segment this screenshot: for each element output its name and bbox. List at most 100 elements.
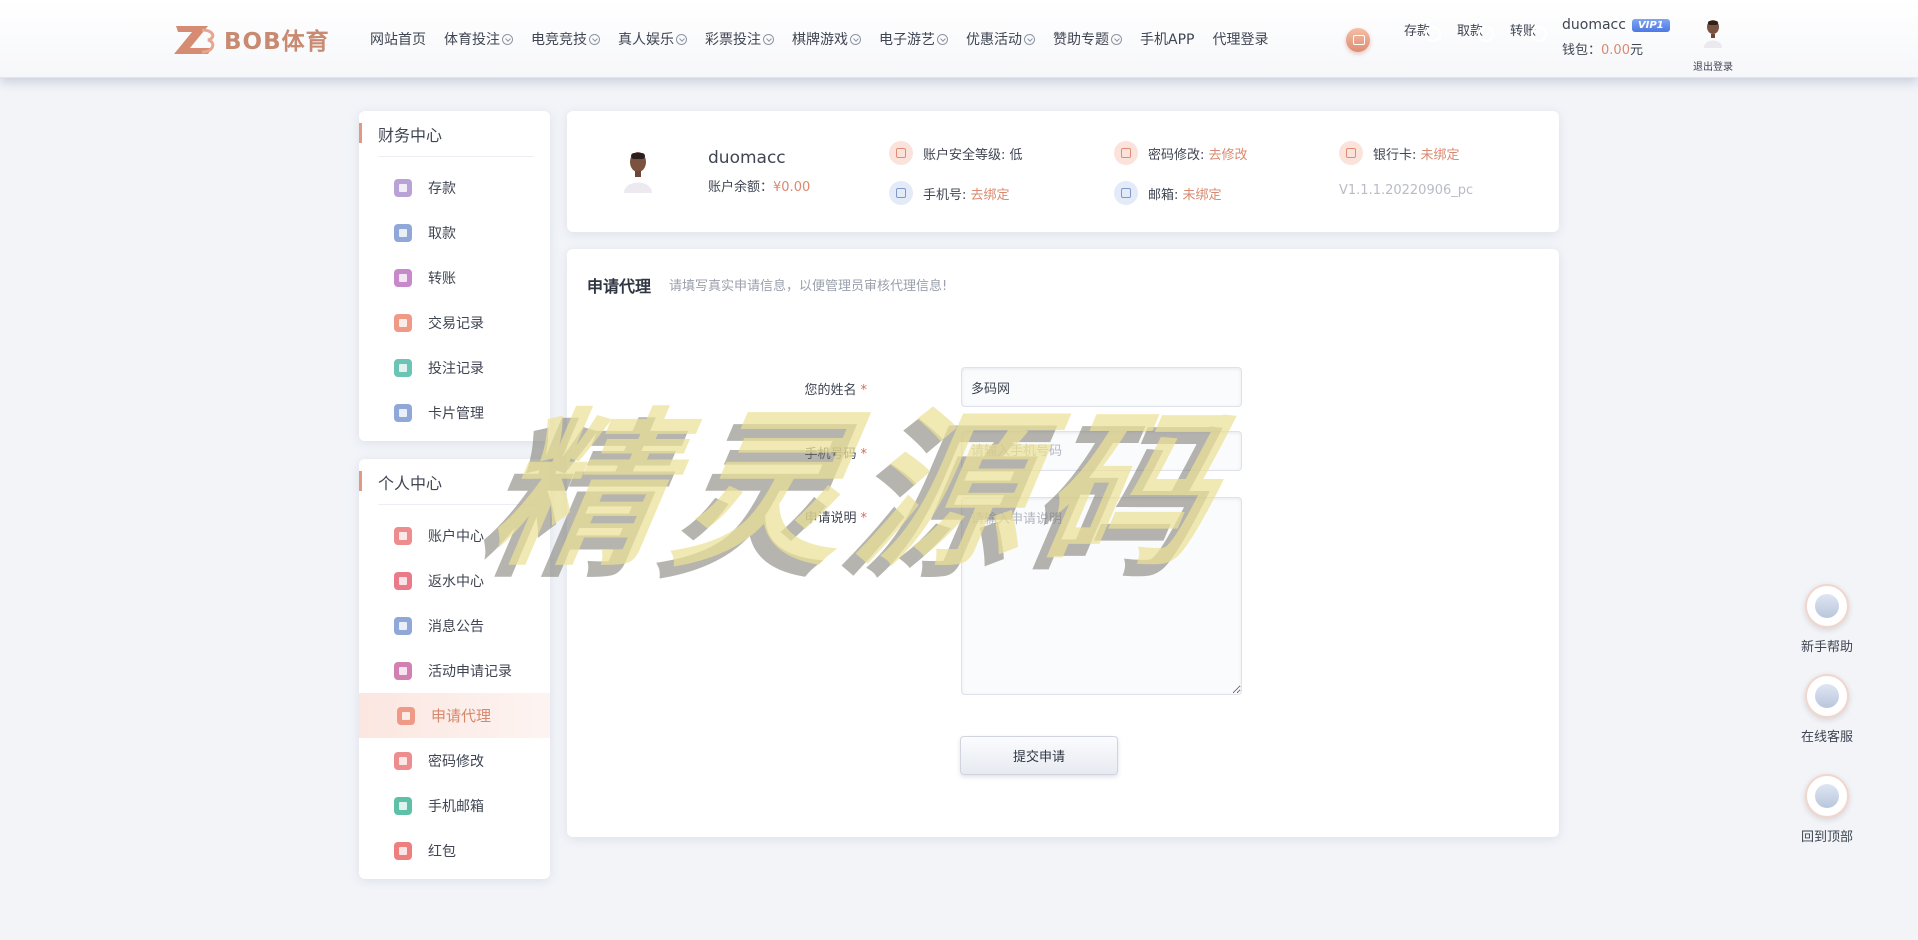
email-label: 邮箱: bbox=[1148, 187, 1179, 203]
sidebar-item-label: 转账 bbox=[428, 270, 456, 287]
nav-item-label: 代理登录 bbox=[1212, 32, 1269, 48]
back-to-top-button[interactable]: 回到顶部 bbox=[1794, 774, 1860, 845]
description-label: 申请说明 * bbox=[747, 507, 867, 526]
profile-balance: 账户余额：¥0.00 bbox=[708, 176, 810, 195]
bankcard-bind-link[interactable]: 未绑定 bbox=[1421, 144, 1460, 163]
top-header: BOB体育 网站首页 体育投注 电竞竞技 真人娱乐 彩票投注 棋牌游戏 电子游艺 优惠活动 赞助… bbox=[0, 0, 1918, 78]
required-mark: * bbox=[860, 383, 868, 398]
sidebar-item-label: 返水中心 bbox=[428, 573, 484, 590]
shield-icon bbox=[889, 141, 913, 165]
password-change-link[interactable]: 去修改 bbox=[1209, 144, 1248, 163]
sidebar-item[interactable]: 密码修改 bbox=[359, 738, 550, 783]
email-bind-link[interactable]: 未绑定 bbox=[1183, 184, 1222, 203]
nav-item[interactable]: 棋牌游戏 bbox=[792, 29, 861, 49]
chevron-down-icon bbox=[676, 33, 687, 45]
vip-badge: VIP1 bbox=[1631, 18, 1670, 32]
password-label: 密码修改: bbox=[1148, 147, 1205, 163]
sidebar-item[interactable]: 存款 bbox=[359, 165, 550, 210]
sidebar-item[interactable]: 账户中心 bbox=[359, 513, 550, 558]
header-withdraw-button[interactable]: 取款 bbox=[1450, 18, 1490, 39]
sidebar-item[interactable]: 申请代理 bbox=[359, 693, 550, 738]
phone-input-label-text: 手机号码 bbox=[804, 447, 857, 462]
description-textarea[interactable] bbox=[961, 497, 1242, 695]
logout-button[interactable]: 退出登录 bbox=[1688, 18, 1738, 73]
sidebar-item[interactable]: 消息公告 bbox=[359, 603, 550, 648]
nav-item[interactable]: 电竞竞技 bbox=[531, 29, 600, 49]
header-deposit-button[interactable]: 存款 bbox=[1397, 18, 1437, 39]
sidebar-item[interactable]: 卡片管理 bbox=[359, 390, 550, 435]
sidebar-item[interactable]: 手机邮箱 bbox=[359, 783, 550, 828]
name-label-text: 您的姓名 bbox=[804, 383, 857, 398]
page-title: 申请代理 bbox=[587, 277, 652, 296]
wallet-amount: 0.00 bbox=[1601, 43, 1630, 58]
sidebar-item[interactable]: 返水中心 bbox=[359, 558, 550, 603]
nav-item[interactable]: 真人娱乐 bbox=[618, 29, 687, 49]
mail-icon bbox=[394, 796, 412, 815]
chat-icon[interactable] bbox=[1346, 28, 1370, 52]
gamepad-icon bbox=[1805, 584, 1849, 628]
bank-card-icon bbox=[1339, 141, 1363, 165]
beginner-help-label: 新手帮助 bbox=[1800, 640, 1853, 655]
chevron-down-icon bbox=[763, 33, 774, 45]
balance-value: ¥0.00 bbox=[773, 180, 811, 195]
phone-icon bbox=[889, 181, 913, 205]
chevron-down-icon bbox=[502, 33, 513, 45]
sidebar-item-label: 交易记录 bbox=[428, 315, 484, 332]
lock-icon bbox=[394, 751, 412, 770]
email-status: 邮箱: 未绑定 bbox=[1114, 181, 1222, 205]
nav-item[interactable]: 网站首页 bbox=[370, 29, 426, 49]
phone-bind-link[interactable]: 去绑定 bbox=[971, 184, 1010, 203]
submit-button[interactable]: 提交申请 bbox=[960, 736, 1118, 775]
nav-item[interactable]: 代理登录 bbox=[1212, 29, 1268, 49]
sidebar-item-label: 消息公告 bbox=[428, 618, 484, 635]
nav-item-label: 体育投注 bbox=[444, 32, 500, 48]
user-card-icon bbox=[394, 661, 412, 680]
lock-icon bbox=[1114, 141, 1138, 165]
name-input[interactable] bbox=[961, 367, 1242, 407]
site-logo[interactable]: BOB体育 bbox=[172, 22, 330, 56]
phone-label: 手机号: bbox=[923, 187, 967, 203]
required-mark: * bbox=[860, 447, 868, 462]
header-username-row: duomacc VIP1 bbox=[1562, 17, 1670, 33]
nav-item-label: 电子游艺 bbox=[879, 32, 935, 48]
page-hint: 请填写真实申请信息，以便管理员审核代理信息! bbox=[669, 279, 948, 294]
nav-item[interactable]: 手机APP bbox=[1140, 29, 1194, 49]
header-username: duomacc bbox=[1562, 17, 1626, 33]
header-transfer-button[interactable]: 转账 bbox=[1503, 18, 1543, 39]
sidebar-item[interactable]: 红包 bbox=[359, 828, 550, 873]
sidebar-item[interactable]: 交易记录 bbox=[359, 300, 550, 345]
sidebar-item-label: 活动申请记录 bbox=[428, 663, 512, 680]
nav-item[interactable]: 体育投注 bbox=[444, 29, 513, 49]
sidebar-item[interactable]: 投注记录 bbox=[359, 345, 550, 390]
finance-center-title: 财务中心 bbox=[359, 111, 550, 157]
finance-center-panel: 财务中心 存款取款转账交易记录投注记录 卡片管理 bbox=[359, 111, 550, 441]
sidebar-item[interactable]: 取款 bbox=[359, 210, 550, 255]
logout-label: 退出登录 bbox=[1693, 62, 1733, 73]
sidebar-item-label: 手机邮箱 bbox=[428, 798, 484, 815]
bell-icon bbox=[394, 616, 412, 635]
nav-item[interactable]: 赞助专题 bbox=[1053, 29, 1122, 49]
headset-icon bbox=[1805, 674, 1849, 718]
chevron-down-icon bbox=[937, 33, 948, 45]
nav-item[interactable]: 彩票投注 bbox=[705, 29, 774, 49]
online-service-button[interactable]: 在线客服 bbox=[1794, 674, 1860, 745]
description-label-text: 申请说明 bbox=[804, 511, 857, 526]
back-to-top-label: 回到顶部 bbox=[1800, 830, 1853, 845]
security-level: 账户安全等级: 低 bbox=[889, 141, 1023, 165]
beginner-help-button[interactable]: 新手帮助 bbox=[1794, 584, 1860, 655]
nav-item-label: 彩票投注 bbox=[705, 32, 761, 48]
sidebar-item[interactable]: 活动申请记录 bbox=[359, 648, 550, 693]
phone-status: 手机号: 去绑定 bbox=[889, 181, 1010, 205]
personal-menu: 账户中心返水中心消息公告活动申请记录申请代理 密码修改手机邮箱红包 bbox=[359, 505, 550, 873]
nav-item[interactable]: 优惠活动 bbox=[966, 29, 1035, 49]
sidebar-item-label: 存款 bbox=[428, 180, 456, 197]
sidebar-item-label: 红包 bbox=[428, 843, 456, 860]
main-nav: 网站首页 体育投注 电竞竞技 真人娱乐 彩票投注 棋牌游戏 电子游艺 优惠活动 赞助专题 手机AP… bbox=[370, 0, 1286, 78]
chevron-down-icon bbox=[850, 33, 861, 45]
online-service-label: 在线客服 bbox=[1800, 730, 1853, 745]
phone-input[interactable] bbox=[961, 431, 1242, 471]
nav-item[interactable]: 电子游艺 bbox=[879, 29, 948, 49]
sidebar-item[interactable]: 转账 bbox=[359, 255, 550, 300]
phone-input-label: 手机号码 * bbox=[747, 443, 867, 462]
personal-center-panel: 个人中心 账户中心 返水中心 消息公告 活动申请记录 申请代理 密码修改 手机邮箱 红包 bbox=[359, 459, 550, 879]
